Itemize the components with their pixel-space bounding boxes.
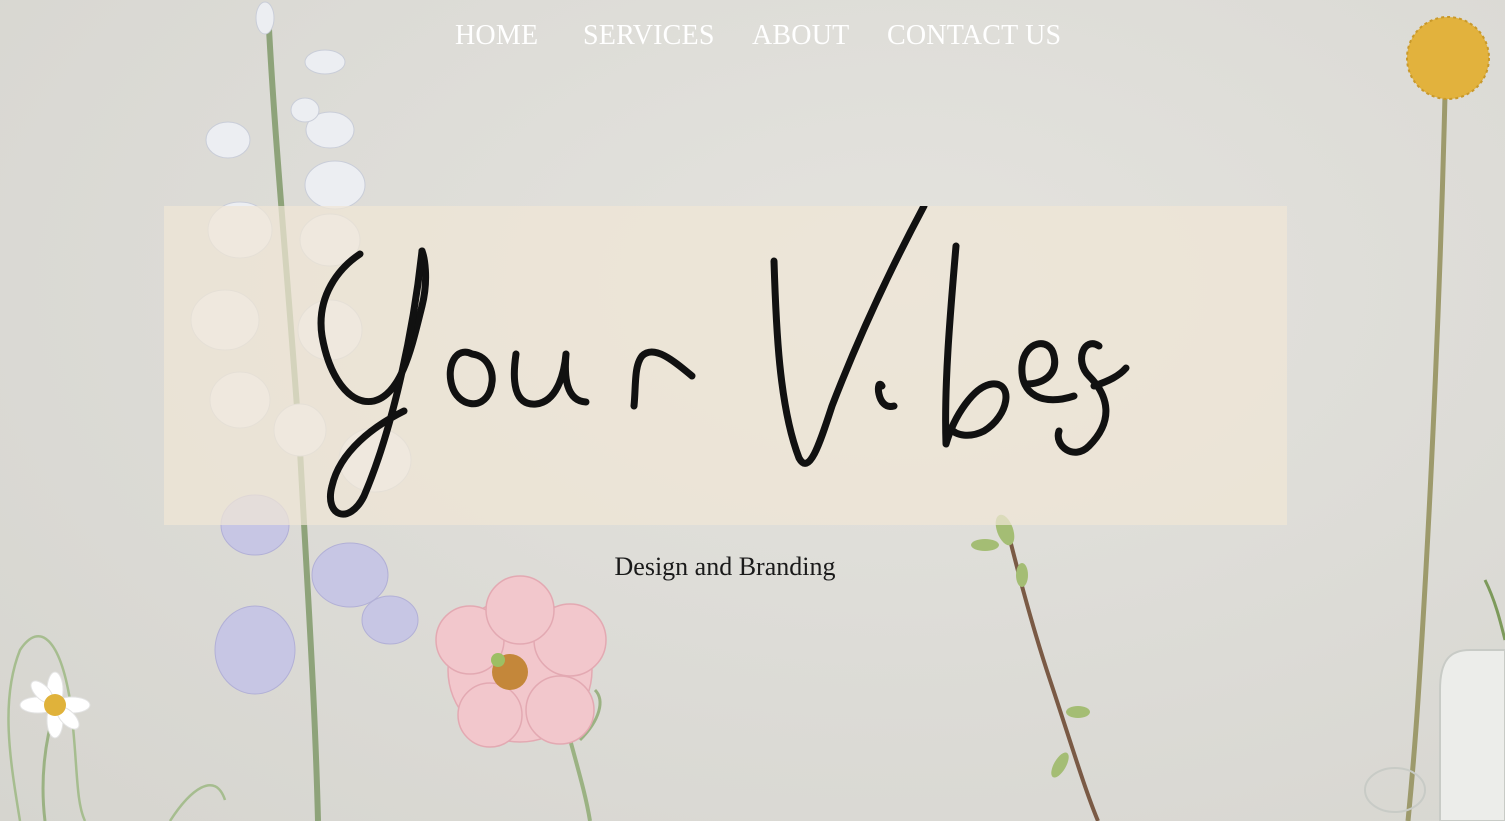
logo-banner <box>164 206 1287 525</box>
nav-about-link[interactable]: ABOUT <box>752 18 849 54</box>
nav-contact-link[interactable]: CONTACT US <box>887 18 1061 54</box>
nav-home-link[interactable]: HOME <box>455 18 538 54</box>
logo-wordmark <box>317 206 1130 518</box>
main-navigation: HOME SERVICES ABOUT CONTACT US <box>0 18 1505 54</box>
nav-services-link[interactable]: SERVICES <box>583 18 715 54</box>
tagline: Design and Branding <box>614 552 836 581</box>
